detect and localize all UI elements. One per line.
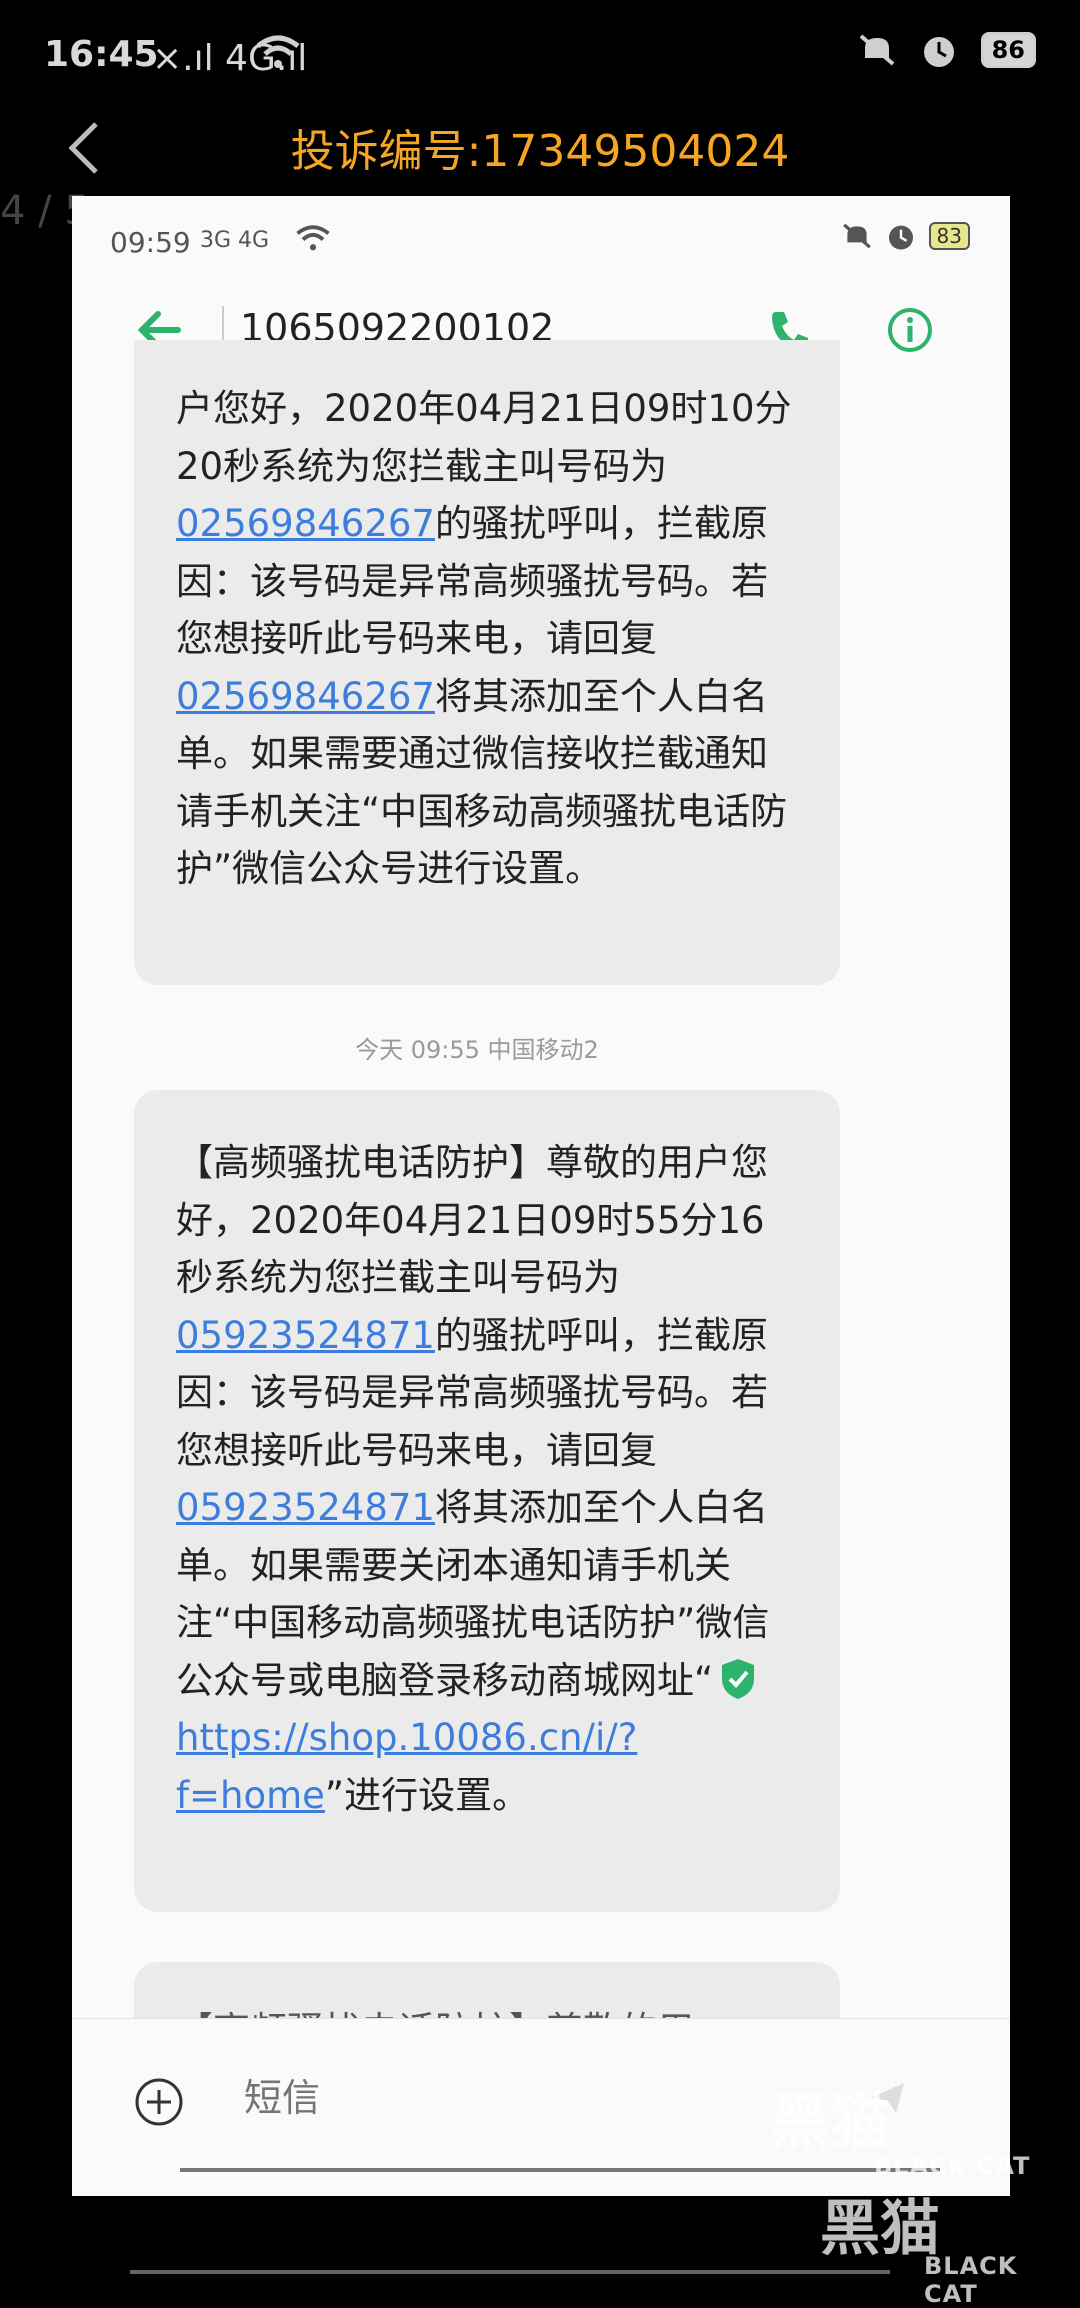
complaint-header: 投诉编号:17349504024 [0, 110, 1080, 198]
watermark-logo: 黑猫 [820, 2194, 940, 2264]
inner-wifi-icon [296, 225, 330, 251]
message-timestamp: 今天 09:55 中国移动2 [355, 1036, 599, 1064]
status-time: 16:45 [44, 34, 159, 75]
message-text: 户您好，2020年04月21日09时10分20秒系统为您拦截主叫号码为 [176, 387, 792, 488]
status-right-group: 86 [857, 30, 1036, 70]
inner-status-right: 83 [841, 220, 970, 252]
watermark-sub: BLACK CAT [924, 2252, 1018, 2308]
message-bubble[interactable]: 【高频骚扰电话防护】尊敬的用户您好，2020年04月21日09时55分16秒系统… [134, 1090, 840, 1912]
message-link[interactable]: 05923524871 [176, 1314, 435, 1357]
inner-status-bar: 09:59 3G 4G 83 [72, 196, 1010, 280]
add-attachment-icon[interactable] [134, 2077, 184, 2127]
outer-status-bar: 16:45 ×.ıl 4G.ıl 86 [0, 0, 1080, 110]
wifi-icon [256, 35, 300, 68]
message-bubble[interactable]: 户您好，2020年04月21日09时10分20秒系统为您拦截主叫号码为 02569… [134, 340, 840, 985]
message-link[interactable]: 02569846267 [176, 502, 435, 545]
nav-line [180, 2168, 940, 2172]
info-icon[interactable] [886, 306, 934, 354]
message-link[interactable]: 02569846267 [176, 675, 435, 718]
nav-line [130, 2270, 890, 2274]
message-text: ”进行设置。 [324, 1773, 530, 1817]
inner-signal-icon: 3G 4G [200, 228, 270, 253]
sms-screenshot: 09:59 3G 4G 83 1065092200102 户您好，2020年04… [72, 196, 1010, 2196]
message-text: 【高频骚扰电话防护】尊敬的用户您好，2020年04月21日09时55分16秒系统… [176, 1141, 768, 1299]
shield-check-icon [722, 1658, 755, 1699]
message-link[interactable]: 05923524871 [176, 1486, 435, 1529]
inner-alarm-icon [888, 225, 913, 250]
battery-icon: 86 [980, 32, 1036, 68]
alarm-icon [923, 37, 954, 67]
inner-status-time: 09:59 [110, 226, 191, 259]
message-list[interactable]: 户您好，2020年04月21日09时10分20秒系统为您拦截主叫号码为 02569… [72, 340, 1010, 2196]
mute-icon [859, 34, 894, 66]
sms-input[interactable] [242, 2067, 646, 2129]
inner-mute-icon [842, 223, 871, 249]
watermark-logo: 黑猫 [770, 2088, 890, 2158]
watermark-sub: BLACK CAT [874, 2152, 1031, 2180]
inner-battery-icon: 83 [928, 222, 970, 250]
complaint-title: 投诉编号:17349504024 [290, 126, 790, 177]
